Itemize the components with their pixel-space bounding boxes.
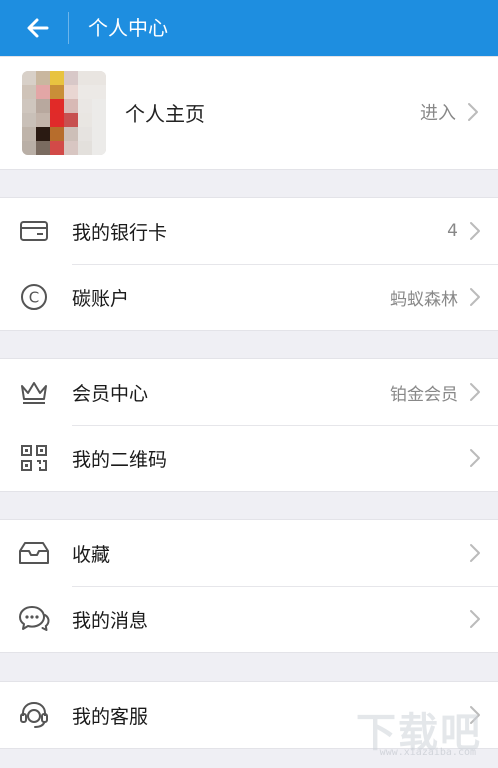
row-member-center[interactable]: 会员中心 铂金会员 bbox=[0, 359, 498, 425]
profile-label: 个人主页 bbox=[125, 102, 205, 126]
chevron-right-icon bbox=[468, 286, 498, 308]
section-cards: 我的银行卡 4 C 碳账户 蚂蚁森林 bbox=[0, 197, 498, 331]
qrcode-icon bbox=[0, 425, 72, 491]
card-icon bbox=[0, 198, 72, 264]
carbon-account-label: 碳账户 bbox=[72, 287, 130, 310]
qr-code-label: 我的二维码 bbox=[72, 448, 168, 471]
row-carbon-account[interactable]: C 碳账户 蚂蚁森林 bbox=[0, 264, 498, 330]
chevron-right-icon bbox=[466, 101, 486, 127]
profile-row[interactable]: 个人主页 进入 bbox=[0, 56, 498, 170]
back-button[interactable] bbox=[18, 10, 58, 46]
page-title: 个人中心 bbox=[88, 16, 168, 40]
inbox-icon bbox=[0, 520, 72, 586]
arrow-left-icon bbox=[27, 18, 49, 38]
chevron-right-icon bbox=[468, 447, 498, 469]
row-favorites[interactable]: 收藏 bbox=[0, 520, 498, 586]
bank-card-label: 我的银行卡 bbox=[72, 221, 168, 244]
favorites-label: 收藏 bbox=[72, 543, 111, 566]
appbar-divider bbox=[68, 12, 69, 44]
section-member: 会员中心 铂金会员 我的二维码 bbox=[0, 358, 498, 492]
row-qr-code[interactable]: 我的二维码 bbox=[0, 425, 498, 491]
crown-icon bbox=[0, 359, 72, 425]
messages-label: 我的消息 bbox=[72, 609, 149, 632]
watermark: 下载吧 www.xiazaiba.com bbox=[350, 700, 490, 760]
avatar bbox=[22, 71, 106, 155]
chevron-right-icon bbox=[468, 220, 498, 242]
row-messages[interactable]: 我的消息 bbox=[0, 586, 498, 652]
section-favorites: 收藏 我的消息 bbox=[0, 519, 498, 653]
app-bar: 个人中心 bbox=[0, 0, 498, 56]
chevron-right-icon bbox=[468, 608, 498, 630]
member-center-label: 会员中心 bbox=[72, 382, 149, 405]
watermark-url: www.xiazaiba.com bbox=[379, 747, 476, 758]
row-bank-card[interactable]: 我的银行卡 4 bbox=[0, 198, 498, 264]
profile-enter-text: 进入 bbox=[420, 103, 456, 124]
bank-card-count: 4 bbox=[447, 221, 458, 241]
carbon-account-value: 蚂蚁森林 bbox=[390, 289, 458, 310]
svg-text:C: C bbox=[29, 289, 39, 307]
headset-icon bbox=[0, 682, 72, 748]
chevron-right-icon bbox=[468, 381, 498, 403]
member-level-value: 铂金会员 bbox=[390, 384, 458, 405]
carbon-c-icon: C bbox=[0, 264, 72, 330]
chevron-right-icon bbox=[468, 542, 498, 564]
chat-bubbles-icon bbox=[0, 586, 72, 652]
